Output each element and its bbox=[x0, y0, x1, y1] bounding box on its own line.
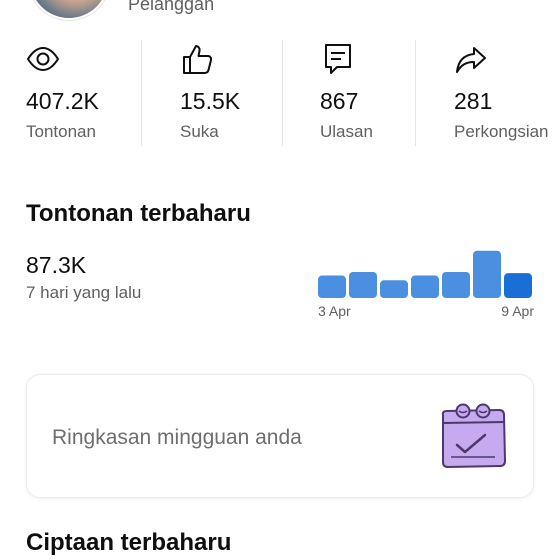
thumbs-up-icon bbox=[183, 45, 213, 74]
stats-row: 407.2K Tontonan 15.5K Suka 867 Ulasan 28… bbox=[0, 40, 560, 146]
stat-comments-value: 867 bbox=[320, 88, 359, 114]
chart-bar bbox=[504, 273, 532, 298]
comment-icon bbox=[325, 44, 351, 74]
stat-shares-label: Perkongsian bbox=[454, 122, 549, 141]
stat-shares-value: 281 bbox=[454, 88, 493, 114]
stat-divider bbox=[282, 40, 283, 146]
stat-views-label: Tontonan bbox=[26, 122, 96, 141]
stat-likes-value: 15.5K bbox=[180, 88, 241, 114]
stat-comments-label: Ulasan bbox=[320, 122, 373, 141]
channel-header: Pelanggan bbox=[0, 0, 560, 24]
weekly-summary-text: Ringkasan mingguan anda bbox=[52, 426, 302, 449]
chart-bar bbox=[411, 275, 439, 298]
weekly-summary-card[interactable]: Ringkasan mingguan anda bbox=[26, 374, 534, 498]
chart-bar bbox=[473, 250, 501, 298]
chart-bar bbox=[318, 275, 346, 298]
chart-bar bbox=[349, 272, 377, 298]
recent-views-value: 87.3K bbox=[26, 252, 87, 278]
chart-bar bbox=[442, 272, 470, 298]
chart-tick-label: 3 Apr bbox=[318, 303, 351, 319]
recent-creations-title: Ciptaan terbaharu bbox=[26, 529, 232, 556]
recent-views-title: Tontonan terbaharu bbox=[26, 200, 251, 227]
chart-tick-label: 9 Apr bbox=[501, 303, 534, 319]
channel-avatar[interactable] bbox=[28, 0, 110, 20]
stat-divider bbox=[415, 40, 416, 146]
subscriber-label: Pelanggan bbox=[128, 0, 215, 14]
calendar-check-icon bbox=[441, 403, 507, 469]
recent-views-period: 7 hari yang lalu bbox=[26, 283, 142, 302]
eye-icon bbox=[26, 46, 60, 72]
stat-likes-label: Suka bbox=[180, 122, 219, 141]
share-icon bbox=[456, 47, 486, 73]
recent-views-chart[interactable]: 3 Apr 9 Apr bbox=[310, 240, 550, 326]
chart-bar bbox=[380, 280, 408, 298]
stat-views-value: 407.2K bbox=[26, 88, 99, 114]
stat-divider bbox=[141, 40, 142, 146]
